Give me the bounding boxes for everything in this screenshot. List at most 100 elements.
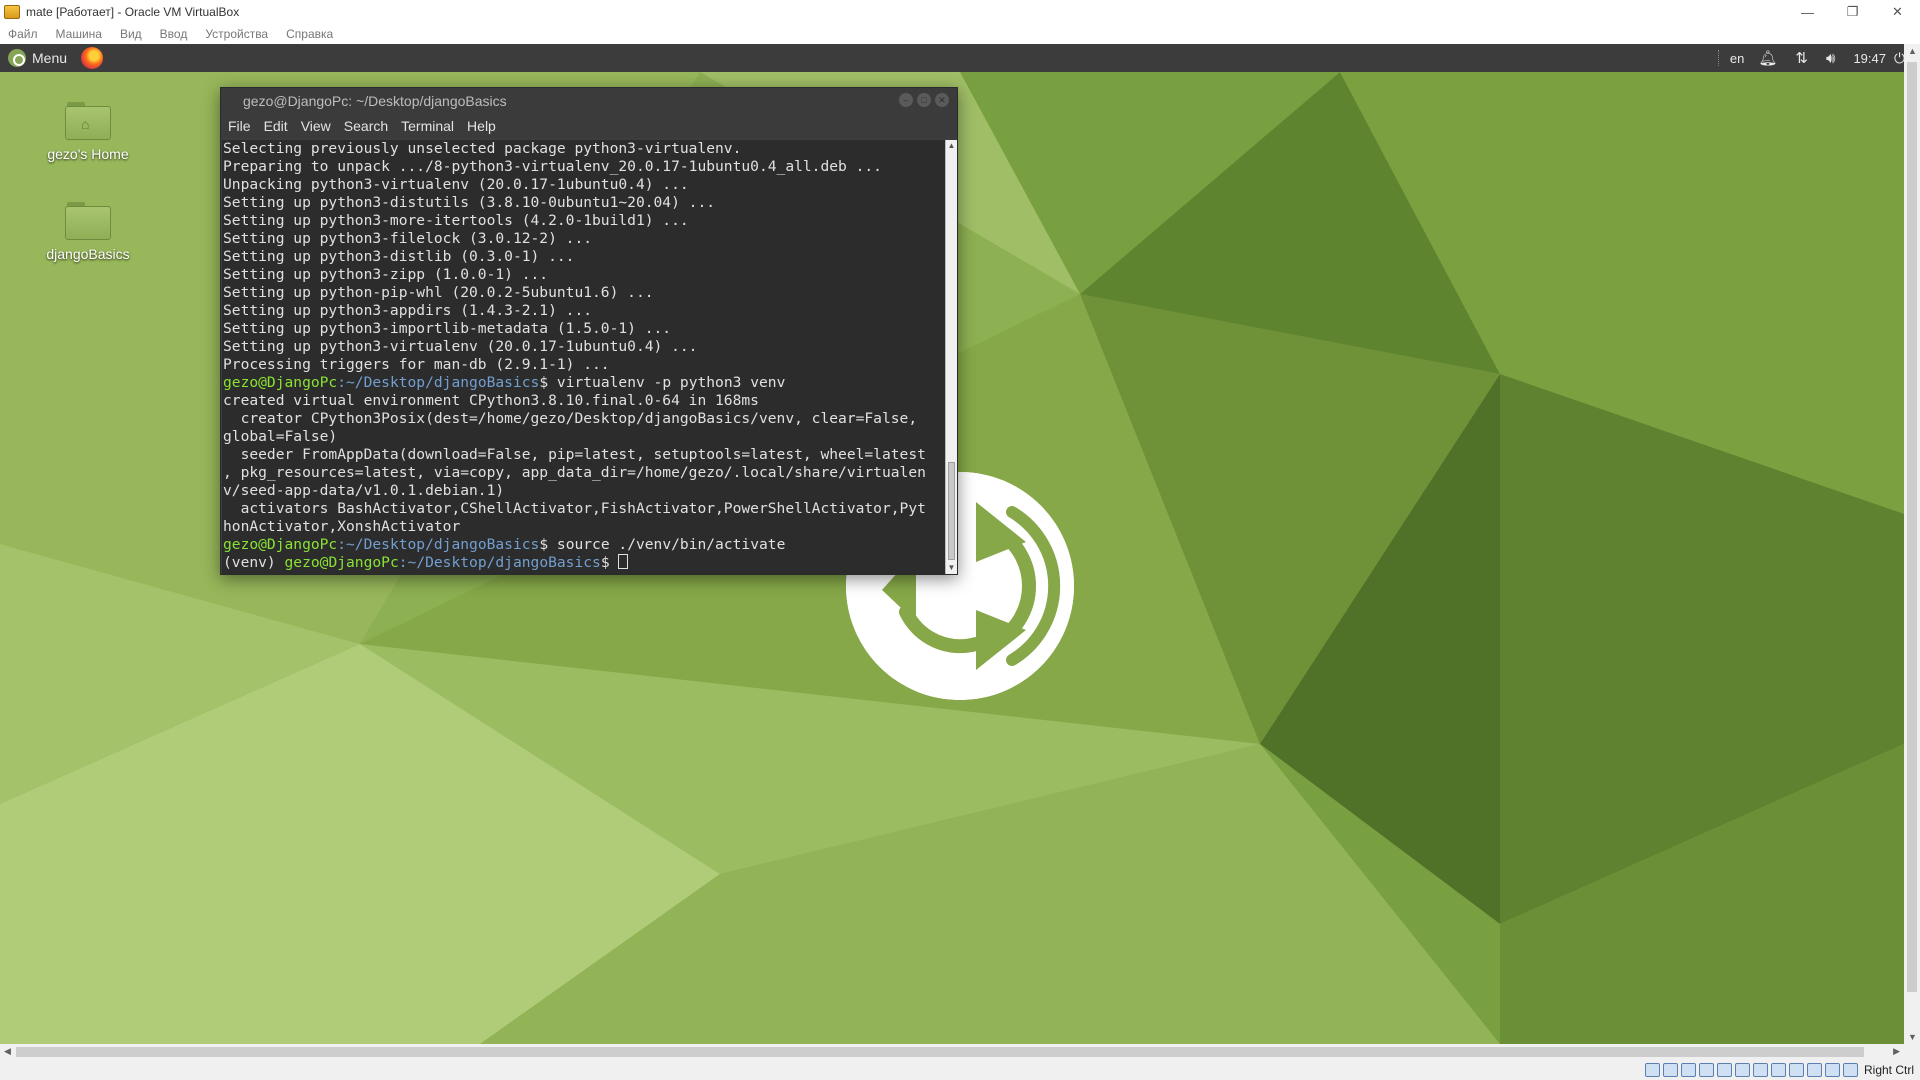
- scroll-down-arrow-icon[interactable]: ▼: [946, 562, 957, 574]
- terminal-title: gezo@DjangoPc: ~/Desktop/djangoBasics: [243, 93, 507, 109]
- terminal-line: Setting up python3-distutils (3.8.10-0ub…: [223, 194, 716, 211]
- host-titlebar: mate [Работает] - Oracle VM VirtualBox —…: [0, 0, 1920, 24]
- clock[interactable]: 19:47: [1853, 51, 1886, 66]
- terminal-line: Setting up python3-distlib (0.3.0-1) ...: [223, 248, 575, 265]
- keyboard-capture-icon[interactable]: [1842, 1063, 1858, 1077]
- optical-drive-icon[interactable]: [1662, 1063, 1678, 1077]
- prompt-command: virtualenv -p python3 venv: [548, 374, 786, 391]
- terminal-output-area[interactable]: Selecting previously unselected package …: [222, 140, 946, 574]
- terminal-window[interactable]: gezo@DjangoPc: ~/Desktop/djangoBasics – …: [220, 87, 958, 575]
- scroll-down-arrow-icon[interactable]: ▼: [1908, 1032, 1917, 1042]
- cpu-icon[interactable]: [1806, 1063, 1822, 1077]
- terminal-line: Setting up python3-more-itertools (4.2.0…: [223, 212, 689, 229]
- audio-icon[interactable]: [1680, 1063, 1696, 1077]
- display-icon[interactable]: [1752, 1063, 1768, 1077]
- prompt-path: :~/Desktop/djangoBasics: [398, 554, 601, 571]
- scroll-up-arrow-icon[interactable]: ▲: [1908, 46, 1917, 56]
- terminal-prompt-line: gezo@DjangoPc:~/Desktop/djangoBasics$ so…: [223, 536, 946, 554]
- terminal-line: created virtual environment CPython3.8.1…: [223, 392, 759, 409]
- minimize-button[interactable]: —: [1785, 0, 1830, 24]
- terminal-line: creator CPython3Posix(dest=/home/gezo/De…: [223, 410, 918, 427]
- scroll-left-arrow-icon[interactable]: ◀: [4, 1046, 11, 1057]
- host-key-label: Right Ctrl: [1863, 1063, 1914, 1077]
- terminal-line: Selecting previously unselected package …: [223, 140, 742, 157]
- firefox-icon[interactable]: [81, 47, 104, 69]
- restore-button[interactable]: ❐: [1830, 0, 1875, 24]
- host-menubar: Файл Машина Вид Ввод Устройства Справка: [0, 24, 1920, 44]
- terminal-menu-terminal[interactable]: Terminal: [401, 118, 454, 134]
- host-vertical-scrollbar[interactable]: ▲ ▼: [1904, 44, 1920, 1044]
- close-button[interactable]: ✕: [1875, 0, 1920, 24]
- venv-prefix: (venv): [223, 554, 285, 571]
- terminal-titlebar[interactable]: gezo@DjangoPc: ~/Desktop/djangoBasics – …: [221, 88, 957, 114]
- host-hscroll-thumb[interactable]: [16, 1047, 1864, 1057]
- keyboard-layout-indicator[interactable]: en: [1730, 51, 1744, 66]
- video-capture-icon[interactable]: [1770, 1063, 1786, 1077]
- desktop-icon-label: djangoBasics: [46, 246, 130, 262]
- terminal-menubar: File Edit View Search Terminal Help: [221, 114, 957, 138]
- host-horizontal-scrollbar[interactable]: ◀ ▶: [0, 1044, 1920, 1060]
- prompt-command: source ./venv/bin/activate: [548, 536, 786, 553]
- host-menu-view[interactable]: Вид: [120, 27, 142, 41]
- host-menu-file[interactable]: Файл: [8, 27, 38, 41]
- terminal-scrollbar[interactable]: ▲ ▼: [945, 140, 957, 574]
- terminal-active-prompt[interactable]: (venv) gezo@DjangoPc:~/Desktop/djangoBas…: [223, 554, 946, 572]
- network-icon[interactable]: ⇅: [1795, 49, 1808, 67]
- terminal-line: seeder FromAppData(download=False, pip=l…: [223, 446, 926, 463]
- terminal-maximize-icon[interactable]: □: [917, 93, 931, 107]
- terminal-line: Setting up python3-importlib-metadata (1…: [223, 320, 672, 337]
- prompt-user: gezo@DjangoPc: [223, 374, 338, 391]
- text-cursor: [618, 554, 629, 569]
- home-folder-icon: ⌂: [65, 102, 111, 140]
- terminal-menu-edit[interactable]: Edit: [264, 118, 288, 134]
- host-menu-devices[interactable]: Устройства: [205, 27, 268, 41]
- network-adapter-icon[interactable]: [1698, 1063, 1714, 1077]
- terminal-line: activators BashActivator,CShellActivator…: [223, 500, 926, 517]
- hard-disk-icon[interactable]: [1644, 1063, 1660, 1077]
- usb-icon[interactable]: [1716, 1063, 1732, 1077]
- terminal-menu-help[interactable]: Help: [467, 118, 496, 134]
- terminal-line: , pkg_resources=latest, via=copy, app_da…: [223, 464, 926, 481]
- host-menu-input[interactable]: Ввод: [160, 27, 188, 41]
- prompt-path: :~/Desktop/djangoBasics: [337, 374, 540, 391]
- top-panel: Menu en 🔔︎ ⇅ 🔊︎ 19:47 ⏻: [0, 44, 1904, 72]
- terminal-prompt-line: gezo@DjangoPc:~/Desktop/djangoBasics$ vi…: [223, 374, 946, 392]
- terminal-menu-file[interactable]: File: [228, 118, 251, 134]
- prompt-sign: $: [539, 374, 549, 391]
- menu-button[interactable]: Menu: [32, 50, 67, 66]
- host-window-title: mate [Работает] - Oracle VM VirtualBox: [26, 5, 240, 19]
- mouse-integration-icon[interactable]: [1824, 1063, 1840, 1077]
- terminal-line: Preparing to unpack .../8-python3-virtua…: [223, 158, 882, 175]
- terminal-menu-view[interactable]: View: [301, 118, 331, 134]
- notification-bell-icon[interactable]: 🔔︎: [1758, 49, 1777, 67]
- scroll-right-arrow-icon[interactable]: ▶: [1893, 1046, 1900, 1057]
- terminal-line: Unpacking python3-virtualenv (20.0.17-1u…: [223, 176, 689, 193]
- terminal-line: Setting up python3-virtualenv (20.0.17-1…: [223, 338, 698, 355]
- host-menu-machine[interactable]: Машина: [56, 27, 102, 41]
- tray-separator: [1717, 50, 1720, 66]
- virtualization-icon[interactable]: [1788, 1063, 1804, 1077]
- shared-folders-icon[interactable]: [1734, 1063, 1750, 1077]
- terminal-menu-search[interactable]: Search: [344, 118, 388, 134]
- virtualbox-app-icon: [4, 5, 20, 19]
- desktop-icon-home[interactable]: ⌂ gezo's Home: [28, 102, 148, 162]
- mate-menu-icon[interactable]: [8, 49, 26, 67]
- terminal-line: Setting up python-pip-whl (20.0.2-5ubunt…: [223, 284, 654, 301]
- terminal-minimize-icon[interactable]: –: [899, 93, 913, 107]
- desktop-icon-djangobasics[interactable]: djangoBasics: [28, 202, 148, 262]
- volume-icon[interactable]: 🔊︎: [1826, 50, 1835, 67]
- terminal-line: v/seed-app-data/v1.0.1.debian.1): [223, 482, 505, 499]
- guest-screen[interactable]: Menu en 🔔︎ ⇅ 🔊︎ 19:47 ⏻ ⌂ gezo's Home dj…: [0, 44, 1904, 1044]
- prompt-sign: $: [600, 554, 610, 571]
- power-icon[interactable]: ⏻: [1894, 50, 1904, 67]
- prompt-path: :~/Desktop/djangoBasics: [337, 536, 540, 553]
- prompt-user: gezo@DjangoPc: [223, 536, 338, 553]
- desktop-icon-label: gezo's Home: [47, 146, 129, 162]
- scroll-up-arrow-icon[interactable]: ▲: [946, 140, 957, 152]
- host-vscroll-thumb[interactable]: [1907, 62, 1917, 992]
- host-statusbar: Right Ctrl: [0, 1060, 1920, 1080]
- host-menu-help[interactable]: Справка: [286, 27, 333, 41]
- terminal-scroll-thumb[interactable]: [948, 462, 955, 560]
- terminal-line: global=False): [223, 428, 338, 445]
- terminal-close-icon[interactable]: ✕: [935, 93, 949, 107]
